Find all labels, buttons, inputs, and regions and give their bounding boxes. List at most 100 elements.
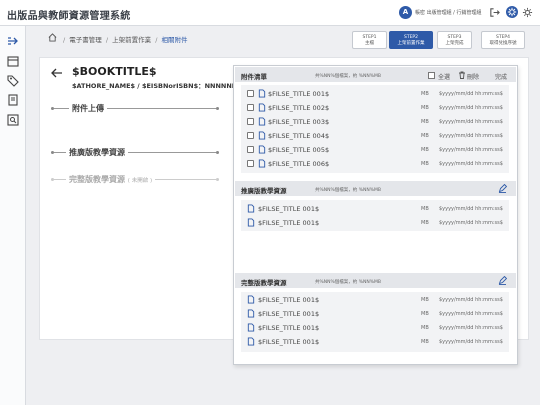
file-date: $yyyy/mm/dd hh:mm:ss$ — [439, 325, 503, 331]
list-item[interactable]: $FILSE_TITLE 001$ MB $yyyy/mm/dd hh:mm:s… — [241, 293, 509, 307]
section-label: 推廣版教學資源 — [66, 147, 128, 158]
attach-title: 附件清單 — [241, 73, 267, 81]
promo-count: 共%NN%個檔案，約 %NN%MB — [315, 188, 381, 193]
file-date: $yyyy/mm/dd hh:mm:ss$ — [439, 206, 503, 212]
file-size: MB — [421, 147, 429, 153]
breadcrumb-item[interactable]: 電子書管理 — [69, 36, 102, 44]
list-item[interactable]: $FILSE_TITLE 003$ MB $yyyy/mm/dd hh:mm:s… — [241, 115, 509, 129]
home-icon[interactable] — [48, 33, 57, 42]
list-item[interactable]: $FILSE_TITLE 001$ MB $yyyy/mm/dd hh:mm:s… — [241, 335, 509, 349]
file-name: $FILSE_TITLE 005$ — [268, 146, 330, 154]
step-4[interactable]: STEP4 取得兌換序號 — [481, 31, 525, 49]
list-item[interactable]: $FILSE_TITLE 001$ MB $yyyy/mm/dd hh:mm:s… — [241, 321, 509, 335]
section-attachments[interactable]: 附件上傳 — [51, 103, 219, 114]
file-name: $FILSE_TITLE 001$ — [258, 296, 320, 304]
file-date: $yyyy/mm/dd hh:mm:ss$ — [439, 297, 503, 303]
file-name: $FILSE_TITLE 001$ — [258, 324, 320, 332]
expand-icon[interactable] — [6, 34, 20, 48]
file-size: MB — [421, 325, 429, 331]
step-1[interactable]: STEP1 主檔 — [352, 31, 387, 49]
section-promo[interactable]: 推廣版教學資源 — [51, 147, 219, 158]
file-icon — [247, 295, 255, 304]
edit-icon[interactable] — [498, 184, 507, 193]
file-name: $FILSE_TITLE 001$ — [258, 205, 320, 213]
file-checkbox[interactable] — [247, 132, 254, 139]
step-sub: 上架完成 — [445, 41, 464, 47]
file-size: MB — [421, 161, 429, 167]
file-checkbox[interactable] — [247, 160, 254, 167]
list-item[interactable]: $FILSE_TITLE 001$ MB $yyyy/mm/dd hh:mm:s… — [241, 202, 509, 216]
search-list-icon[interactable] — [6, 113, 20, 127]
file-size: MB — [421, 297, 429, 303]
done-button[interactable]: 完成 — [495, 72, 507, 81]
file-date: $yyyy/mm/dd hh:mm:ss$ — [439, 339, 503, 345]
box-icon[interactable] — [6, 54, 20, 68]
step-3[interactable]: STEP3 上架完成 — [437, 31, 472, 49]
list-item[interactable]: $FILSE_TITLE 005$ MB $yyyy/mm/dd hh:mm:s… — [241, 143, 509, 157]
step-sub: 上架前置作業 — [397, 41, 425, 47]
breadcrumb: / 電子書管理 / 上架前置作業 / 相關附件 — [63, 36, 188, 44]
book-title: $BOOKTITLE$ — [72, 65, 157, 78]
tag-icon[interactable] — [6, 73, 20, 87]
file-icon — [258, 159, 266, 168]
file-name: $FILSE_TITLE 003$ — [268, 118, 330, 126]
file-date: $yyyy/mm/dd hh:mm:ss$ — [439, 91, 503, 97]
step-2[interactable]: STEP2 上架前置作業 — [389, 31, 433, 49]
edit-icon[interactable] — [498, 276, 507, 285]
file-date: $yyyy/mm/dd hh:mm:ss$ — [439, 220, 503, 226]
file-icon — [247, 337, 255, 346]
gear-icon[interactable] — [506, 6, 518, 18]
attach-list: $FILSE_TITLE 001$ MB $yyyy/mm/dd hh:mm:s… — [241, 85, 509, 173]
user-avatar[interactable]: A — [399, 6, 412, 19]
file-icon — [258, 89, 266, 98]
file-size: MB — [421, 91, 429, 97]
file-date: $yyyy/mm/dd hh:mm:ss$ — [439, 311, 503, 317]
promo-title: 推廣版教學資源 — [241, 187, 287, 195]
list-item[interactable]: $FILSE_TITLE 002$ MB $yyyy/mm/dd hh:mm:s… — [241, 101, 509, 115]
promo-header: 推廣版教學資源 共%NN%個檔案，約 %NN%MB — [235, 181, 516, 196]
section-full: 完整版教學資源 ( 未開啟 ) — [51, 174, 219, 185]
file-icon — [258, 131, 266, 140]
attach-group: 附件清單 共%NN%個檔案，約 %NN%MB 全選 刪除 完成 $FILSE_T… — [235, 67, 516, 177]
file-size: MB — [421, 133, 429, 139]
section-label: 附件上傳 — [69, 103, 107, 114]
select-all-label[interactable]: 全選 — [438, 72, 450, 81]
book-meta: $ATHORE_NAME$ / $EISBNorISBN$：NNNNNNNNNN… — [72, 82, 234, 90]
file-checkbox[interactable] — [247, 118, 254, 125]
file-name: $FILSE_TITLE 001$ — [258, 310, 320, 318]
user-name[interactable]: 帳密 出版管理組 / 行銷管理組 — [415, 9, 481, 16]
logout-icon[interactable] — [489, 7, 500, 18]
file-icon — [258, 117, 266, 126]
select-all-checkbox[interactable] — [428, 72, 435, 79]
list-item[interactable]: $FILSE_TITLE 001$ MB $yyyy/mm/dd hh:mm:s… — [241, 307, 509, 321]
attach-header: 附件清單 共%NN%個檔案，約 %NN%MB 全選 刪除 完成 — [235, 67, 516, 82]
delete-button[interactable]: 刪除 — [467, 72, 479, 81]
list-item[interactable]: $FILSE_TITLE 001$ MB $yyyy/mm/dd hh:mm:s… — [241, 87, 509, 101]
full-count: 共%NN%個檔案，約 %NN%MB — [315, 280, 381, 285]
file-icon — [258, 145, 266, 154]
file-date: $yyyy/mm/dd hh:mm:ss$ — [439, 133, 503, 139]
list-item[interactable]: $FILSE_TITLE 004$ MB $yyyy/mm/dd hh:mm:s… — [241, 129, 509, 143]
list-item[interactable]: $FILSE_TITLE 006$ MB $yyyy/mm/dd hh:mm:s… — [241, 157, 509, 171]
promo-group: 推廣版教學資源 共%NN%個檔案，約 %NN%MB $FILSE_TITLE 0… — [235, 181, 516, 261]
book-icon[interactable] — [6, 93, 20, 107]
file-name: $FILSE_TITLE 006$ — [268, 160, 330, 168]
section-label: 完整版教學資源 ( 未開啟 ) — [66, 174, 156, 185]
file-name: $FILSE_TITLE 002$ — [268, 104, 330, 112]
file-checkbox[interactable] — [247, 146, 254, 153]
section-label-text: 完整版教學資源 — [69, 175, 125, 184]
file-size: MB — [421, 105, 429, 111]
top-bar: 出版品與教師資源管理系統 A 帳密 出版管理組 / 行銷管理組 — [0, 0, 540, 26]
file-checkbox[interactable] — [247, 90, 254, 97]
step-sub: 取得兌換序號 — [489, 41, 517, 47]
file-size: MB — [421, 339, 429, 345]
breadcrumb-item[interactable]: 上架前置作業 — [112, 36, 151, 44]
trash-icon[interactable] — [458, 71, 466, 79]
file-checkbox[interactable] — [247, 104, 254, 111]
full-title: 完整版教學資源 — [241, 279, 287, 287]
back-arrow-icon[interactable] — [51, 68, 63, 78]
list-item[interactable]: $FILSE_TITLE 001$ MB $yyyy/mm/dd hh:mm:s… — [241, 216, 509, 230]
settings-icon[interactable] — [522, 7, 533, 18]
file-size: MB — [421, 119, 429, 125]
file-date: $yyyy/mm/dd hh:mm:ss$ — [439, 105, 503, 111]
